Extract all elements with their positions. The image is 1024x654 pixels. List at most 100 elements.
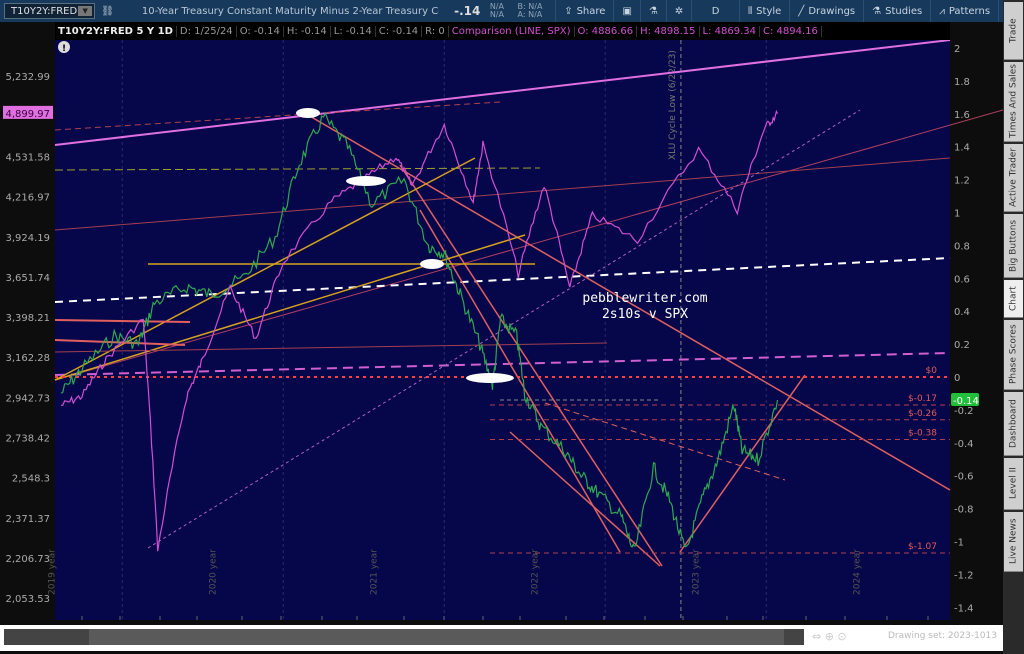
info-low: L: -0.14 — [331, 25, 376, 37]
studies-button[interactable]: ⚗ Studies — [863, 0, 930, 22]
y-left-tick: 4,216.97 — [5, 193, 50, 204]
flask-icon: ⚗ — [872, 5, 882, 17]
level-label: $-1.07 — [908, 542, 937, 552]
level-label: $-0.26 — [908, 409, 937, 419]
horizontal-scrollbar[interactable] — [4, 629, 804, 645]
settings-button[interactable]: ✲ — [665, 0, 691, 22]
y-right-tick: 0 — [954, 373, 960, 384]
patterns-button[interactable]: ⩘ Patterns — [930, 0, 998, 22]
last-price: -.14 — [454, 4, 481, 18]
sidebar-tab-times-and-sales[interactable]: Times And Sales — [1004, 62, 1023, 142]
y-right-tick: 0.4 — [954, 307, 970, 318]
marker-ellipse — [296, 108, 320, 118]
scrollbar-thumb[interactable] — [89, 629, 784, 645]
link-icon[interactable]: ⛓ — [101, 6, 114, 17]
info-range: R: 0 — [422, 25, 449, 37]
level-label: $-0.17 — [908, 394, 937, 404]
info-high: H: -0.14 — [284, 25, 331, 37]
style-button[interactable]: ⫴ Style — [738, 0, 789, 22]
sidebar-tab-dashboard[interactable]: Dashboard — [1004, 392, 1023, 456]
patterns-icon: ⩘ — [939, 5, 945, 17]
year-label: 2024 year — [853, 549, 863, 595]
y-left-tick: 2,738.42 — [5, 434, 50, 445]
comparison-label[interactable]: Comparison (LINE, SPX) — [449, 25, 575, 37]
chevron-down-icon[interactable]: ▼ — [78, 6, 93, 16]
y-left-tick: 2,548.3 — [12, 474, 50, 485]
marker-ellipse — [466, 373, 514, 383]
alert-button[interactable]: ▣ — [613, 0, 639, 22]
level-label: $-0.38 — [908, 429, 937, 439]
current-value-text: -0.14 — [953, 396, 979, 407]
y-right-tick: 2 — [954, 44, 960, 55]
top-toolbar: T10Y2Y:FRED ▼ ⛓ 10-Year Treasury Constant… — [0, 0, 1024, 22]
y-right-tick: -1 — [954, 538, 964, 549]
watermark-subtitle: 2s10s v SPX — [602, 307, 688, 322]
y-left-tick: 3,162.28 — [5, 353, 50, 364]
pencil-line-icon: ╱ — [798, 5, 805, 17]
drawing-set-label[interactable]: Drawing set: 2023-1013 — [888, 631, 997, 641]
y-left-tick: 3,924.19 — [5, 233, 50, 244]
y-right-tick: 0.8 — [954, 241, 970, 252]
drawings-button[interactable]: ╱ Drawings — [789, 0, 863, 22]
y-left-tick: 2,053.53 — [5, 594, 50, 605]
y-right-tick: 1.2 — [954, 176, 970, 187]
na-values: N/A N/A — [489, 2, 504, 19]
sidebar-tab-phase-scores[interactable]: Phase Scores — [1004, 320, 1023, 390]
comparison-close: C: 4894.16 — [760, 25, 822, 37]
y-right-tick: -0.2 — [954, 406, 974, 417]
y-right-tick: -1.2 — [954, 570, 974, 581]
watermark-title: pebblewriter.com — [582, 291, 707, 306]
aggregation-button[interactable]: D — [691, 0, 739, 22]
symbol-description: 10-Year Treasury Constant Maturity Minus… — [141, 5, 440, 17]
y-right-tick: 1 — [954, 209, 960, 220]
info-close: C: -0.14 — [376, 25, 423, 37]
y-right-tick: 1.8 — [954, 77, 970, 88]
alert-icon: ▣ — [622, 5, 632, 17]
comparison-open: O: 4886.66 — [575, 25, 638, 37]
annotation-xlu-cycle-low: XLU Cycle Low (6/22/23) — [668, 50, 678, 160]
bid-ask: B: N/A A: N/A — [517, 2, 543, 19]
y-left-tick: 2,371.37 — [5, 514, 50, 525]
y-left-tick: 2,206.73 — [5, 554, 50, 565]
info-date: D: 1/25/24 — [177, 25, 237, 37]
zoom-icons[interactable]: ⇔ ⊕ ⊙ — [812, 630, 847, 643]
y-right-tick: 0.6 — [954, 274, 970, 285]
y-right-tick: -0.6 — [954, 472, 974, 483]
year-label: 2020 year — [209, 549, 219, 595]
y-left-tick: 4,531.58 — [5, 152, 50, 163]
sidebar-tab-level-ii[interactable]: Level II — [1004, 458, 1023, 510]
y-right-tick: 1.4 — [954, 143, 970, 154]
sidebar-tab-big-buttons[interactable]: Big Buttons — [1004, 214, 1023, 278]
info-open: O: -0.14 — [237, 25, 284, 37]
y-left-tick: 5,232.99 — [5, 72, 50, 83]
candle-icon: ⫴ — [747, 5, 753, 17]
symbol-selector[interactable]: T10Y2Y:FRED ▼ — [4, 3, 96, 19]
year-label: 2021 year — [370, 549, 380, 595]
y-left-tick: 3,398.21 — [5, 313, 50, 324]
year-label: 2023 year — [692, 549, 702, 595]
bottom-bar: ⇔ ⊕ ⊙ Drawing set: 2023-1013 — [0, 625, 1003, 651]
share-icon: ⇪ — [564, 5, 573, 17]
y-left-tick: 2,942.73 — [5, 393, 50, 404]
right-sidebar: Trade Times And Sales Active Trader Big But… — [1003, 0, 1024, 654]
chart-title: T10Y2Y:FRED 5 Y 1D — [55, 25, 177, 37]
sidebar-tab-active-trader[interactable]: Active Trader — [1004, 144, 1023, 212]
y-right-tick: 0.2 — [954, 340, 970, 351]
y-right-tick: -1.4 — [954, 603, 974, 614]
share-button[interactable]: ⇪ Share — [555, 0, 613, 22]
y-right-tick: -0.4 — [954, 439, 974, 450]
sidebar-tab-chart[interactable]: Chart — [1004, 280, 1023, 318]
gear-icon: ✲ — [674, 5, 684, 17]
sidebar-tab-trade[interactable]: Trade — [1004, 2, 1023, 60]
y-right-tick: 1.6 — [954, 110, 970, 121]
y-right-tick: -0.8 — [954, 505, 974, 516]
alert-icon-glyph: ! — [62, 44, 66, 54]
chart-svg[interactable]: 2019 year 2020 year 2021 year 2022 year 2023… — [0, 40, 1003, 625]
y-left-tick: 4,899.97 — [5, 109, 50, 120]
level-label: $0 — [926, 366, 938, 376]
sidebar-tab-live-news[interactable]: Live News — [1004, 512, 1023, 572]
flask-icon: ⚗ — [648, 5, 658, 17]
chart-info-bar: T10Y2Y:FRED 5 Y 1D D: 1/25/24 O: -0.14 H… — [55, 22, 950, 40]
lab-button[interactable]: ⚗ — [639, 0, 666, 22]
year-label: 2022 year — [531, 549, 541, 595]
